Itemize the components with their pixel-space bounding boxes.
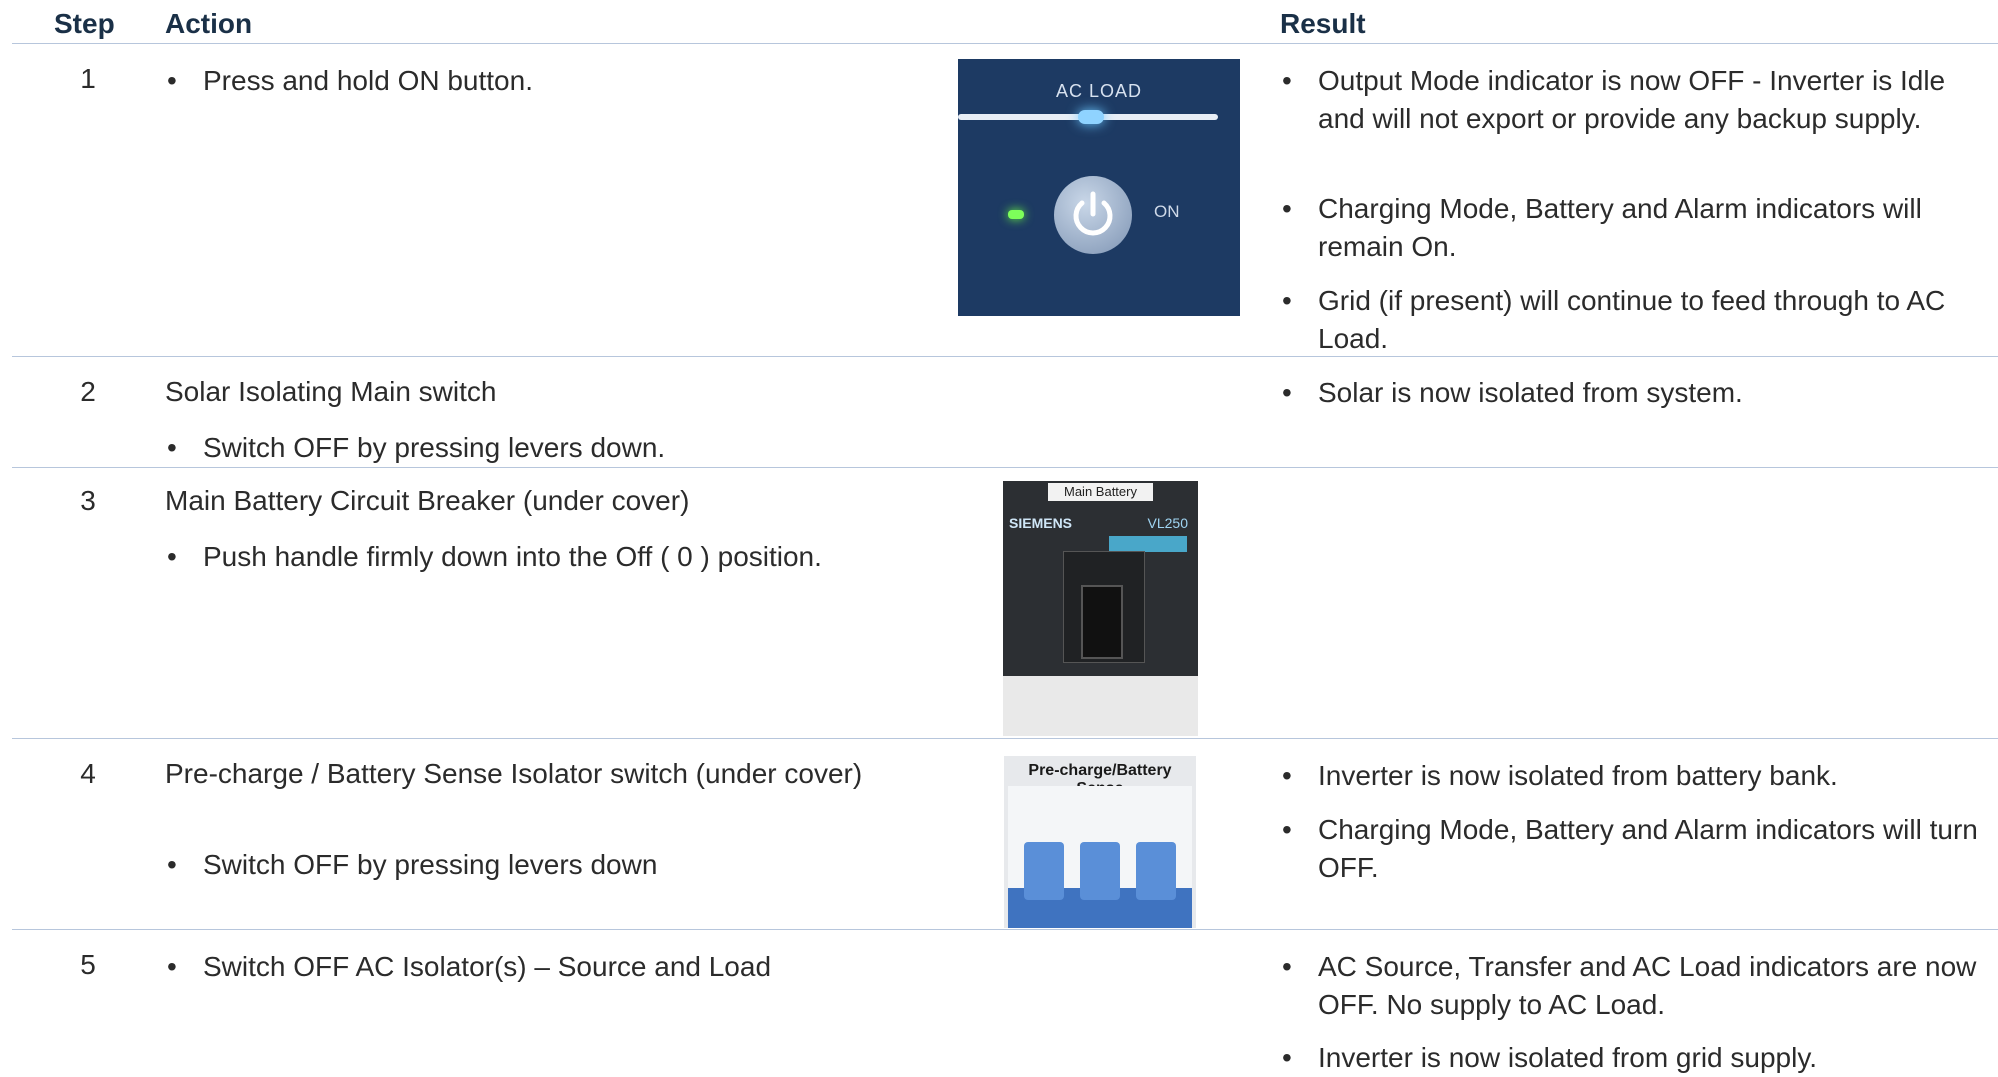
result-bullet: Inverter is now isolated from battery ba…	[1282, 757, 1988, 795]
result-bullet: AC Source, Transfer and AC Load indicato…	[1282, 948, 1988, 1024]
lever-icon	[1080, 842, 1120, 900]
action-text: Pre-charge / Battery Sense Isolator swit…	[165, 758, 863, 789]
result-bullet: Output Mode indicator is now OFF - Inver…	[1282, 62, 1988, 138]
breaker-brand: SIEMENS	[1009, 515, 1073, 531]
row-rule	[12, 929, 1998, 930]
power-button-label: ON	[1154, 202, 1180, 221]
header-action: Action	[165, 8, 253, 39]
header-rule	[12, 43, 1998, 44]
step-number: 3	[80, 485, 96, 516]
result-bullet: Charging Mode, Battery and Alarm indicat…	[1282, 190, 1988, 266]
row-rule	[12, 467, 1998, 468]
status-led-icon	[1008, 210, 1024, 219]
header-result: Result	[1280, 8, 1366, 39]
main-battery-label: Main Battery	[1048, 483, 1153, 501]
action-bullet: Press and hold ON button.	[167, 62, 923, 100]
step-number: 2	[80, 376, 96, 407]
breaker-model: VL250	[1147, 515, 1188, 531]
header-step: Step	[54, 8, 115, 39]
lever-icon	[1024, 842, 1064, 900]
step-number: 5	[80, 949, 96, 980]
ac-load-label: AC LOAD	[1055, 81, 1143, 101]
main-battery-breaker-image: Main Battery SIEMENS VL250	[1003, 481, 1198, 736]
step-number: 1	[80, 63, 96, 94]
result-bullet: Charging Mode, Battery and Alarm indicat…	[1282, 811, 1988, 887]
power-button-icon	[1054, 176, 1132, 254]
action-bullet: Switch OFF by pressing levers down.	[167, 429, 923, 467]
lever-icon	[1136, 842, 1176, 900]
row-rule	[12, 356, 1998, 357]
action-bullet: Switch OFF by pressing levers down	[167, 846, 923, 884]
action-bullet: Push handle firmly down into the Off ( 0…	[167, 538, 963, 576]
action-text: Solar Isolating Main switch	[165, 376, 497, 407]
step-number: 4	[80, 758, 96, 789]
precharge-isolator-image: Pre-charge/Battery Sense	[1004, 756, 1196, 928]
action-bullet: Switch OFF AC Isolator(s) – Source and L…	[167, 948, 923, 986]
ac-load-indicator-icon	[1078, 110, 1104, 124]
result-bullet: Solar is now isolated from system.	[1282, 374, 1988, 412]
row-rule	[12, 738, 1998, 739]
breaker-handle-icon	[1081, 585, 1123, 659]
action-text: Main Battery Circuit Breaker (under cove…	[165, 485, 690, 516]
result-bullet: Grid (if present) will continue to feed …	[1282, 282, 1988, 358]
breaker-base-plate	[1003, 676, 1198, 736]
ac-load-panel-image: AC LOAD ON	[958, 59, 1240, 316]
breaker-label-strip	[1109, 536, 1187, 552]
result-bullet: Inverter is now isolated from grid suppl…	[1282, 1039, 1988, 1077]
